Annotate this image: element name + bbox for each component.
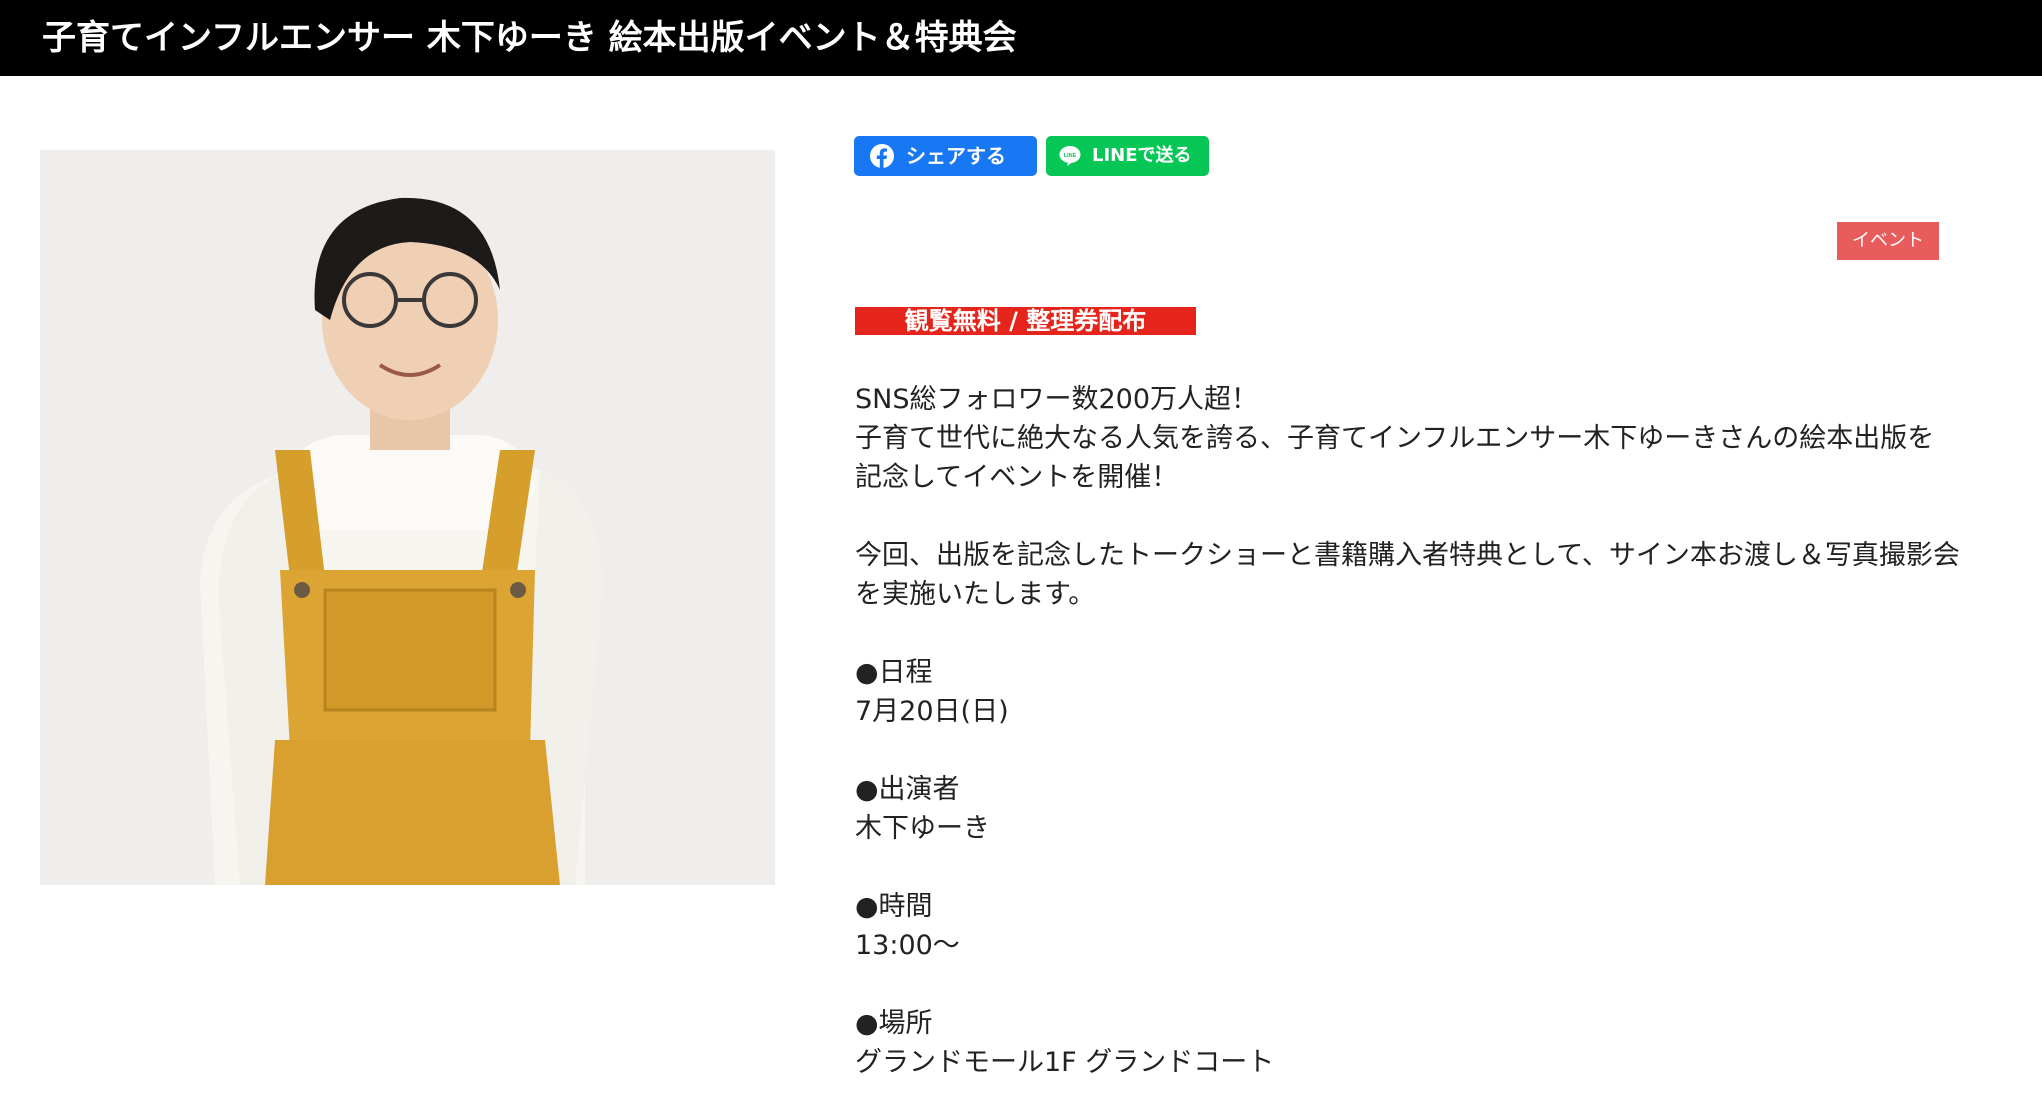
page-header: 子育てインフルエンサー 木下ゆーき 絵本出版イベント＆特典会	[0, 0, 2042, 76]
event-photo	[40, 150, 775, 885]
person-photo-illustration	[40, 150, 775, 885]
free-admission-banner: 観覧無料 / 整理券配布	[855, 307, 1196, 335]
facebook-icon	[870, 144, 894, 168]
performer-value: 木下ゆーき	[855, 813, 990, 844]
page-title: 子育てインフルエンサー 木下ゆーき 絵本出版イベント＆特典会	[42, 18, 1017, 58]
line-icon: LINE	[1059, 146, 1081, 166]
intro-line: 子育て世代に絶大なる人気を誇る、子育てインフルエンサー木下ゆーきさんの絵本出版を	[855, 423, 1935, 454]
time-heading: ●時間	[855, 891, 933, 922]
intro-line: を実施いたします。	[855, 579, 1096, 610]
line-icon-text: LINE	[1064, 153, 1077, 159]
location-heading: ●場所	[855, 1008, 933, 1039]
performer-heading: ●出演者	[855, 774, 960, 805]
line-share-button[interactable]: LINE LINEで送る	[1046, 136, 1209, 176]
intro-line: 今回、出版を記念したトークショーと書籍購入者特典として、サイン本お渡し＆写真撮影…	[855, 540, 1960, 571]
intro-line: SNS総フォロワー数200万人超！	[855, 384, 1259, 415]
category-badge[interactable]: イベント	[1837, 222, 1939, 260]
time-value: 13:00〜	[855, 930, 960, 961]
facebook-share-label: シェアする	[906, 144, 1006, 168]
line-share-label: LINEで送る	[1092, 145, 1192, 166]
facebook-share-button[interactable]: シェアする	[854, 136, 1037, 176]
intro-line: 記念してイベントを開催！	[855, 462, 1179, 493]
location-value: グランドモール1F グランドコート	[855, 1047, 1275, 1078]
schedule-heading: ●日程	[855, 657, 933, 688]
event-description: SNS総フォロワー数200万人超！ 子育て世代に絶大なる人気を誇る、子育てインフ…	[855, 380, 2005, 1082]
schedule-value: 7月20日(日)	[855, 696, 1009, 727]
